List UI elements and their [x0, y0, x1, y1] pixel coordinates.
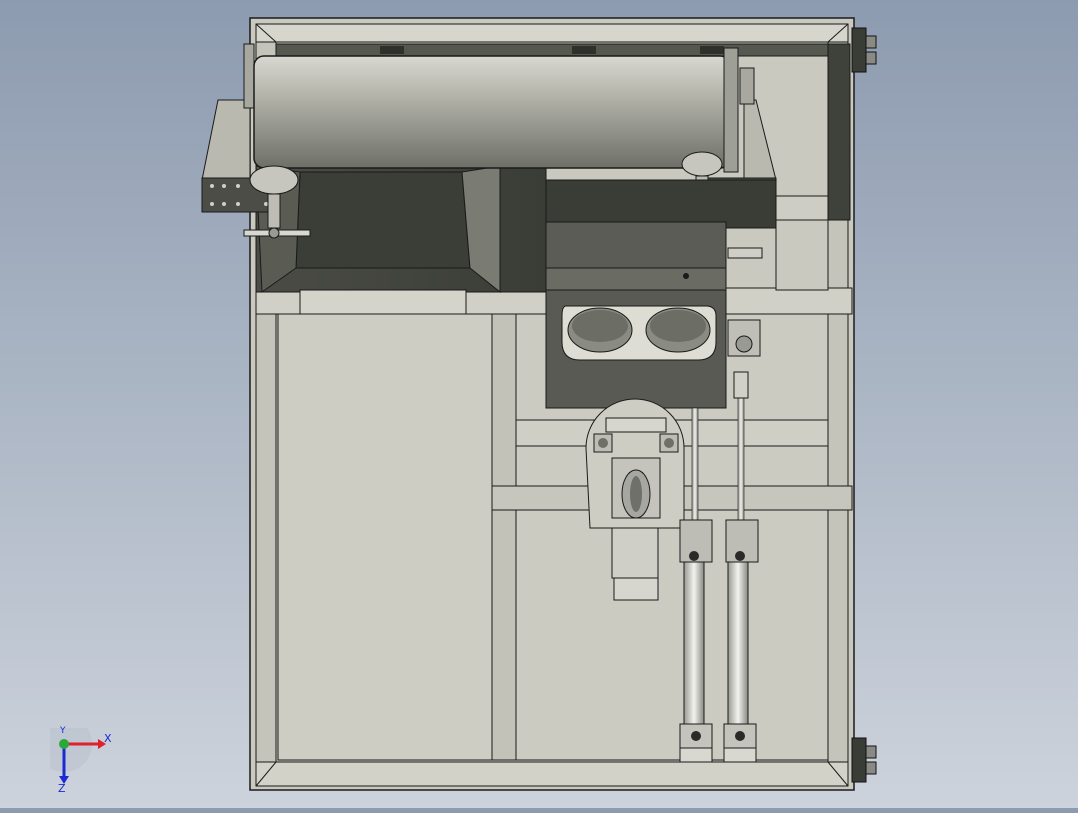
assembly-drawing	[201, 17, 877, 791]
orientation-triad: X Y Z	[36, 716, 130, 798]
y-axis-label: Y	[60, 726, 66, 736]
hinge-brackets	[851, 27, 877, 783]
hopper	[255, 165, 547, 315]
cad-viewport[interactable]: X Y Z	[0, 0, 1078, 808]
x-axis-label: X	[104, 732, 112, 745]
roller-drum	[243, 43, 755, 173]
z-axis-label: Z	[58, 782, 66, 795]
y-axis-dot	[59, 739, 69, 749]
